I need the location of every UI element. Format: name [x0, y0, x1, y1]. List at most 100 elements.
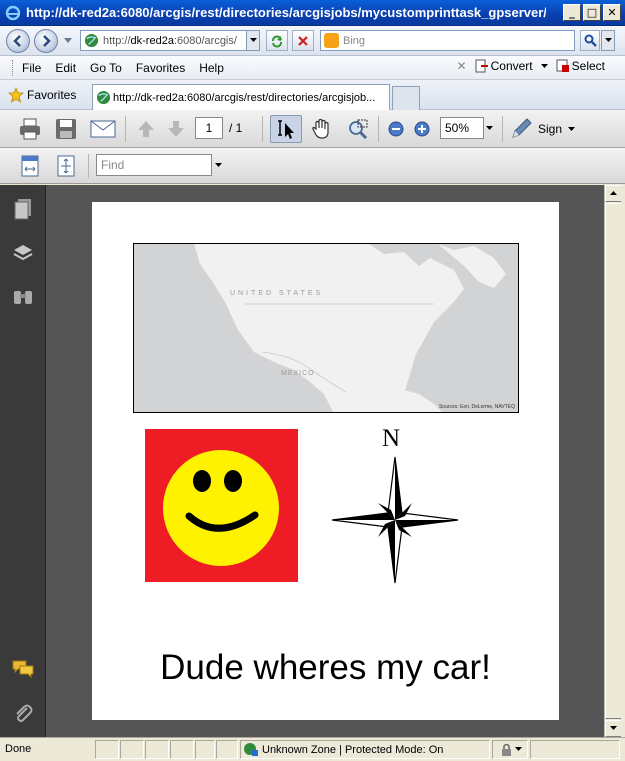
zoom-in-button[interactable] — [413, 120, 431, 138]
scroll-thumb[interactable] — [605, 203, 622, 719]
smiley-image — [145, 429, 298, 582]
sign-button[interactable]: Sign — [510, 116, 590, 142]
status-bar: Done Unknown Zone | Protected Mode: On — [0, 737, 625, 761]
zoom-out-button[interactable] — [387, 120, 405, 138]
vertical-scrollbar[interactable] — [604, 185, 622, 737]
compass-rose-icon — [331, 456, 459, 584]
status-cell — [145, 740, 169, 759]
scroll-up-button[interactable] — [605, 185, 622, 202]
window-border — [621, 185, 625, 737]
fit-page-button[interactable] — [54, 154, 78, 178]
map-label-united-states: UNITED STATES — [230, 290, 324, 297]
maximize-button[interactable]: □ — [583, 4, 601, 21]
address-input[interactable]: http://dk-red2a:6080/arcgis/ — [80, 30, 260, 51]
pages-icon — [14, 199, 31, 220]
menu-help[interactable]: Help — [199, 61, 224, 75]
stop-button[interactable] — [292, 30, 314, 51]
save-button[interactable] — [52, 116, 80, 142]
menu-edit[interactable]: Edit — [55, 61, 76, 75]
minimize-button[interactable]: _ — [563, 4, 581, 21]
favorites-bar: Favorites http://dk-red2a:6080/arcgis/re… — [0, 80, 625, 110]
address-dropdown-button[interactable] — [246, 30, 260, 51]
url-prefix: http:// — [103, 34, 131, 47]
fit-width-button[interactable] — [18, 154, 42, 178]
url-host: dk-red2a — [130, 34, 174, 47]
select-text-tool-button[interactable] — [270, 115, 302, 143]
paperclip-icon — [16, 704, 33, 722]
menu-file[interactable]: File — [22, 61, 41, 75]
zoom-level-input[interactable]: 50% — [440, 117, 484, 139]
save-icon — [56, 119, 76, 139]
select-icon — [556, 59, 569, 72]
find-dropdown-icon[interactable] — [215, 163, 222, 168]
select-button[interactable]: Select — [556, 59, 605, 73]
star-icon — [8, 87, 24, 103]
stop-icon — [298, 35, 308, 46]
close-button[interactable]: ✕ — [603, 4, 621, 21]
menu-favorites[interactable]: Favorites — [136, 61, 185, 75]
zoom-status-cell[interactable] — [530, 740, 620, 759]
smiley-face-icon — [163, 450, 279, 566]
basemap-image — [134, 244, 518, 412]
pdf-secondary-toolbar: Find — [0, 148, 625, 184]
scroll-down-button[interactable] — [605, 720, 622, 737]
chevron-down-icon — [604, 38, 612, 42]
refresh-icon — [272, 35, 282, 47]
comments-panel-button[interactable] — [11, 657, 35, 681]
search-icon — [584, 34, 597, 47]
new-tab-button[interactable] — [392, 86, 420, 110]
pages-panel-button[interactable] — [11, 197, 35, 221]
recent-pages-dropdown-icon[interactable] — [64, 38, 72, 44]
ie-logo-icon — [4, 4, 22, 22]
favorites-button[interactable]: Favorites — [8, 87, 76, 103]
print-button[interactable] — [16, 116, 44, 142]
favorites-label: Favorites — [27, 88, 77, 102]
menu-goto[interactable]: Go To — [90, 61, 122, 75]
find-input[interactable]: Find — [96, 154, 212, 176]
back-button[interactable] — [6, 29, 30, 53]
email-button[interactable] — [88, 116, 118, 142]
printer-icon — [20, 118, 40, 140]
attachments-panel-button[interactable] — [11, 701, 35, 725]
chevron-down-icon — [540, 63, 548, 68]
hand-tool-button[interactable] — [306, 116, 336, 142]
page-total: / 1 — [229, 121, 243, 135]
forward-button[interactable] — [34, 29, 58, 53]
arrow-down-icon — [610, 726, 617, 730]
north-label: N — [382, 425, 401, 452]
search-input[interactable]: Bing — [320, 30, 575, 51]
email-icon — [90, 120, 116, 138]
select-label: Select — [571, 59, 605, 73]
menu-bar: File Edit Go To Favorites Help ✕ Convert… — [0, 56, 625, 80]
status-cell — [170, 740, 194, 759]
next-page-button[interactable] — [165, 118, 187, 140]
page-number-input[interactable]: 1 — [195, 117, 223, 139]
layers-panel-button[interactable] — [11, 241, 35, 265]
arrow-up-icon — [138, 121, 154, 137]
previous-page-button[interactable] — [135, 118, 157, 140]
status-text: Done — [5, 743, 32, 755]
globe-icon — [84, 33, 99, 48]
fit-width-icon — [21, 155, 39, 177]
window-title-bar: http://dk-red2a:6080/arcgis/rest/directo… — [0, 0, 625, 26]
protected-mode-button[interactable] — [492, 740, 528, 759]
bing-logo-icon — [324, 33, 339, 48]
pdf-navigation-panel — [0, 185, 46, 737]
tab-title: http://dk-red2a:6080/arcgis/rest/directo… — [113, 91, 376, 104]
search-placeholder: Bing — [343, 34, 366, 47]
search-button[interactable] — [580, 30, 600, 51]
refresh-button[interactable] — [266, 30, 288, 51]
security-zone[interactable]: Unknown Zone | Protected Mode: On — [240, 740, 490, 759]
browser-tab[interactable]: http://dk-red2a:6080/arcgis/rest/directo… — [92, 84, 390, 110]
search-options-button[interactable] — [601, 30, 615, 51]
search-panel-button[interactable] — [11, 285, 35, 309]
close-toolbar-icon[interactable]: ✕ — [457, 59, 467, 73]
marquee-zoom-button[interactable] — [343, 116, 373, 142]
text-cursor-icon — [278, 120, 294, 139]
zoom-dropdown-icon[interactable] — [486, 126, 493, 131]
comment-bubbles-icon — [12, 660, 34, 679]
convert-button[interactable]: Convert — [475, 59, 548, 73]
address-toolbar: http://dk-red2a:6080/arcgis/ Bing — [0, 26, 625, 56]
hand-icon — [312, 118, 329, 139]
forward-arrow-icon — [43, 35, 51, 47]
